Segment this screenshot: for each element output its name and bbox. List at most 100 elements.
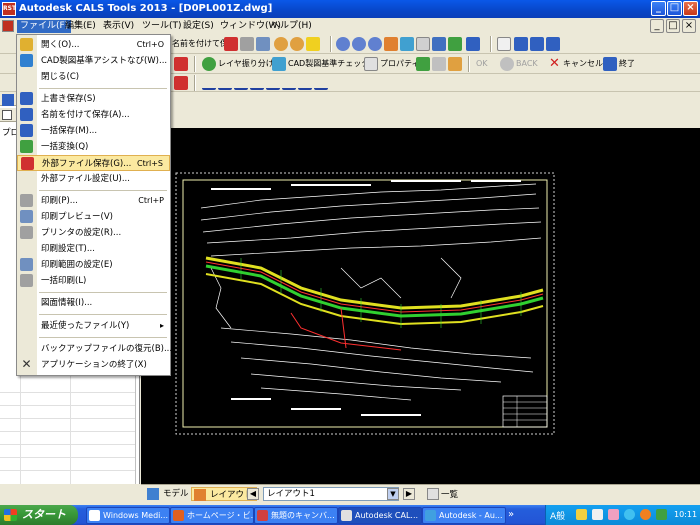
cancel-button[interactable]: キャンセル xyxy=(563,57,603,71)
zoom-window-icon[interactable] xyxy=(400,37,414,51)
list-button[interactable]: 一覧 xyxy=(441,488,458,500)
menu-item-restore-backup[interactable]: バックアップファイルの復元(B)... xyxy=(17,341,172,357)
minimize-button[interactable]: _ xyxy=(651,1,666,16)
dimension-line-icon[interactable] xyxy=(202,76,216,90)
menu-item-batch-save[interactable]: 一括保存(M)... xyxy=(17,123,170,139)
layer-split-icon xyxy=(202,57,216,71)
dimension-leader-icon[interactable] xyxy=(314,76,328,90)
dimension-radius-icon[interactable] xyxy=(282,76,296,90)
pan-icon[interactable] xyxy=(384,37,398,51)
taskbar-item-media[interactable]: Windows Medi... xyxy=(86,507,170,524)
menu-edit[interactable]: 編集(E) xyxy=(62,20,99,33)
panel-checkbox[interactable] xyxy=(2,110,12,120)
menu-item-save-as[interactable]: 名前を付けて保存(A)... xyxy=(17,107,170,123)
cad-drawing xyxy=(175,172,555,435)
dimension-horizontal-icon[interactable] xyxy=(218,76,232,90)
close-button[interactable]: × xyxy=(683,1,698,16)
help-tray-icon[interactable] xyxy=(608,509,619,520)
windows-logo-icon xyxy=(4,509,17,521)
menu-view[interactable]: 表示(V) xyxy=(100,20,137,33)
menu-item-save[interactable]: 上書き保存(S) xyxy=(17,91,170,107)
layout-select[interactable]: レイアウト1 xyxy=(263,487,399,501)
taskbar-overflow-button[interactable]: » xyxy=(508,507,516,523)
network-icon[interactable] xyxy=(624,509,635,520)
tool-icon[interactable] xyxy=(592,509,603,520)
select-fence-icon[interactable] xyxy=(546,37,560,51)
taskbar-item-homepage[interactable]: ホームページ・ビ... xyxy=(170,507,254,524)
zoom-out-icon[interactable] xyxy=(368,37,382,51)
dimension-vertical-icon[interactable] xyxy=(234,76,248,90)
start-button[interactable]: スタート xyxy=(0,505,78,525)
batch-print-icon xyxy=(20,274,33,287)
layer-split-button[interactable]: レイヤ振り分け xyxy=(218,57,274,71)
menu-item-print-preview[interactable]: 印刷プレビュー(V) xyxy=(17,209,170,225)
match-icon[interactable] xyxy=(432,57,446,71)
model-icon xyxy=(147,488,159,500)
dimension-diameter-icon[interactable] xyxy=(298,76,312,90)
menu-item-export-settings[interactable]: 外部ファイル設定(U)... xyxy=(17,171,170,187)
menu-item-print-range[interactable]: 印刷範囲の設定(E) xyxy=(17,257,170,273)
drawing-canvas[interactable] xyxy=(141,128,700,484)
menu-item-batch-print[interactable]: 一括印刷(L) xyxy=(17,273,170,289)
ime-icon[interactable] xyxy=(576,509,587,520)
mdi-close-button[interactable]: × xyxy=(682,19,696,33)
zoom-icon[interactable] xyxy=(336,37,350,51)
select-window-icon[interactable] xyxy=(514,37,528,51)
menu-item-exit[interactable]: ✕ アプリケーションの終了(X) xyxy=(17,357,170,373)
tab-model[interactable]: モデル xyxy=(145,487,192,501)
menu-item-export-save[interactable]: 外部ファイル保存(G)... Ctrl+S xyxy=(17,155,170,171)
menu-item-batch-convert[interactable]: 一括変換(Q) xyxy=(17,139,170,155)
ok-button[interactable]: OK xyxy=(476,57,488,71)
preview-icon[interactable] xyxy=(256,37,270,51)
select-arrow-icon[interactable] xyxy=(497,37,511,51)
menu-item-open[interactable]: 開く(O)... Ctrl+O xyxy=(17,37,170,53)
close-drawing-icon[interactable] xyxy=(174,76,188,90)
menu-item-printer-setup[interactable]: プリンタの設定(R)... xyxy=(17,225,170,241)
save-icon[interactable] xyxy=(224,37,238,51)
ime-indicator[interactable]: A般 xyxy=(550,509,565,522)
regen-icon[interactable] xyxy=(432,37,446,51)
maximize-button[interactable]: □ xyxy=(667,1,682,16)
redo-icon[interactable] xyxy=(290,37,304,51)
menu-settings[interactable]: 設定(S) xyxy=(180,20,217,33)
document-icon[interactable] xyxy=(2,20,14,32)
check-icon[interactable] xyxy=(416,57,430,71)
select-crossing-icon[interactable] xyxy=(530,37,544,51)
delete-icon[interactable] xyxy=(174,57,188,71)
mdi-minimize-button[interactable]: _ xyxy=(650,19,664,33)
zoom-extents-icon[interactable] xyxy=(416,37,430,51)
taskbar-item-cals[interactable]: Autodesk CAL... xyxy=(338,507,422,524)
menu-help[interactable]: ヘルプ(H) xyxy=(268,20,315,33)
properties-button[interactable]: プロパティ xyxy=(380,57,420,71)
menu-item-assist[interactable]: CAD製図基準アシストなび(W)... xyxy=(17,53,170,69)
dimension-angle-icon[interactable] xyxy=(266,76,280,90)
brush-icon[interactable] xyxy=(448,57,462,71)
chevron-down-icon[interactable]: ▼ xyxy=(387,488,399,500)
taskbar-item-canvas[interactable]: 無題のキャンバ... xyxy=(254,507,338,524)
next-layout-button[interactable]: ▶ xyxy=(403,488,415,500)
panel-icon[interactable] xyxy=(2,94,14,106)
back-button[interactable]: BACK xyxy=(516,57,538,71)
menu-item-drawing-info[interactable]: 図面情報(I)... xyxy=(17,295,170,311)
layer-icon[interactable] xyxy=(448,37,462,51)
menu-item-close[interactable]: 閉じる(C) xyxy=(17,69,170,85)
help-icon[interactable] xyxy=(306,37,320,51)
mdi-restore-button[interactable]: □ xyxy=(666,19,680,33)
dimension-aligned-icon[interactable] xyxy=(250,76,264,90)
cad-check-button[interactable]: CAD製図基準チェック xyxy=(288,57,369,71)
menu-item-print-settings[interactable]: 印刷設定(T)... xyxy=(17,241,170,257)
security-icon[interactable] xyxy=(656,509,667,520)
view-icon[interactable] xyxy=(466,37,480,51)
finish-button[interactable]: 終了 xyxy=(619,57,635,71)
menu-item-recent-files[interactable]: 最近使ったファイル(Y) ▸ xyxy=(17,318,170,334)
clock[interactable]: 10:11 xyxy=(674,510,697,519)
preview-icon xyxy=(20,210,33,223)
update-icon[interactable] xyxy=(640,509,651,520)
menu-tools[interactable]: ツール(T) xyxy=(139,20,185,33)
zoom-in-icon[interactable] xyxy=(352,37,366,51)
print-icon[interactable] xyxy=(240,37,254,51)
taskbar-item-autodesk[interactable]: Autodesk - Au... xyxy=(422,507,506,524)
menu-item-print[interactable]: 印刷(P)... Ctrl+P xyxy=(17,193,170,209)
undo-icon[interactable] xyxy=(274,37,288,51)
prev-layout-button[interactable]: ◀ xyxy=(247,488,259,500)
